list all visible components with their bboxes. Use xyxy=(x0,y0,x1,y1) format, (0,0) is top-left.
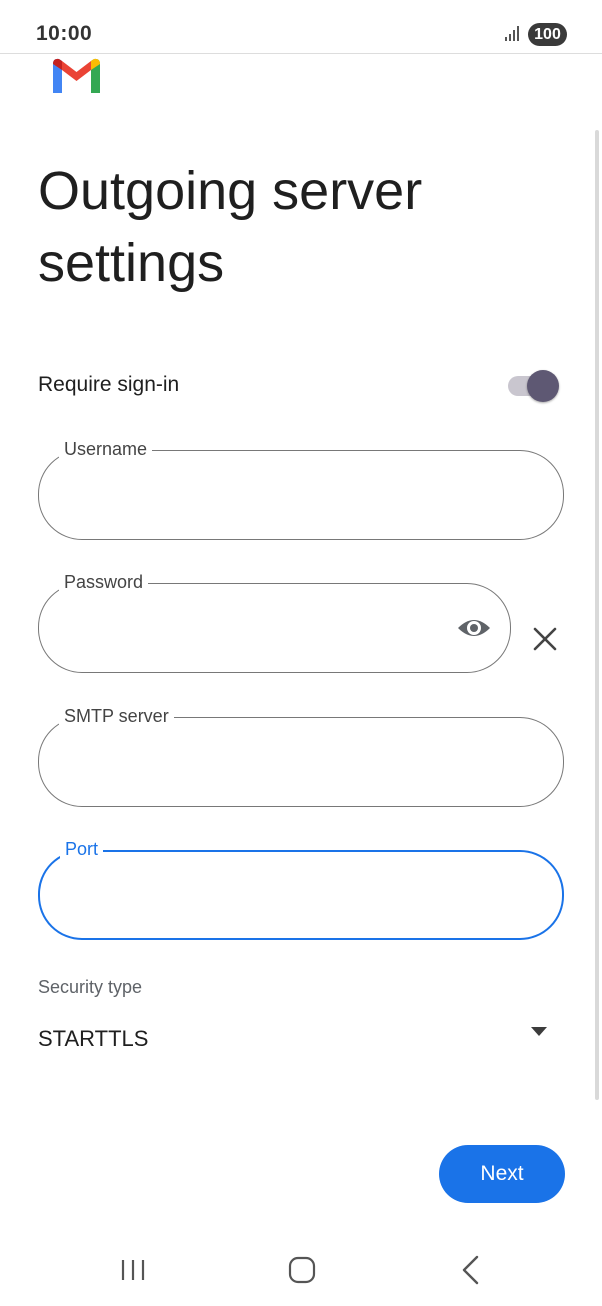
security-type-label: Security type xyxy=(38,977,143,997)
status-time: 10:00 xyxy=(36,22,93,45)
home-icon[interactable] xyxy=(287,1256,317,1284)
username-label: Username xyxy=(59,438,153,460)
port-label: Port xyxy=(60,838,104,860)
require-signin-toggle[interactable] xyxy=(506,369,560,403)
port-input[interactable] xyxy=(66,882,536,910)
smtp-server-field[interactable]: SMTP server xyxy=(38,705,564,807)
require-signin-label: Require sign-in xyxy=(38,373,180,396)
smtp-server-label: SMTP server xyxy=(59,705,174,727)
close-icon[interactable] xyxy=(531,625,559,653)
dropdown-arrow-icon xyxy=(531,1027,547,1036)
outgoing-server-settings-screen: 10:00 100 Outgoing server settings Requi… xyxy=(0,0,602,1306)
scrollbar[interactable] xyxy=(595,130,599,1100)
signal-bars-icon xyxy=(505,26,519,41)
password-label: Password xyxy=(59,571,149,593)
battery-level-badge: 100 xyxy=(528,23,567,46)
navigation-bar xyxy=(0,1232,602,1306)
back-icon[interactable] xyxy=(458,1254,484,1286)
gmail-logo-icon xyxy=(53,58,100,93)
next-button[interactable]: Next xyxy=(439,1145,565,1203)
smtp-server-input[interactable] xyxy=(65,748,537,776)
password-input[interactable] xyxy=(65,614,440,642)
port-field[interactable]: Port xyxy=(38,838,564,940)
password-field[interactable]: Password xyxy=(38,571,511,673)
toggle-thumb xyxy=(527,370,559,402)
username-input[interactable] xyxy=(65,481,537,509)
recents-icon[interactable] xyxy=(118,1256,148,1284)
status-bar: 10:00 100 xyxy=(0,0,602,54)
eye-icon[interactable] xyxy=(456,614,492,642)
security-type-dropdown[interactable]: STARTTLS xyxy=(38,1018,563,1062)
page-title: Outgoing server settings xyxy=(38,161,423,293)
security-type-value: STARTTLS xyxy=(38,1026,149,1051)
username-field[interactable]: Username xyxy=(38,438,564,540)
